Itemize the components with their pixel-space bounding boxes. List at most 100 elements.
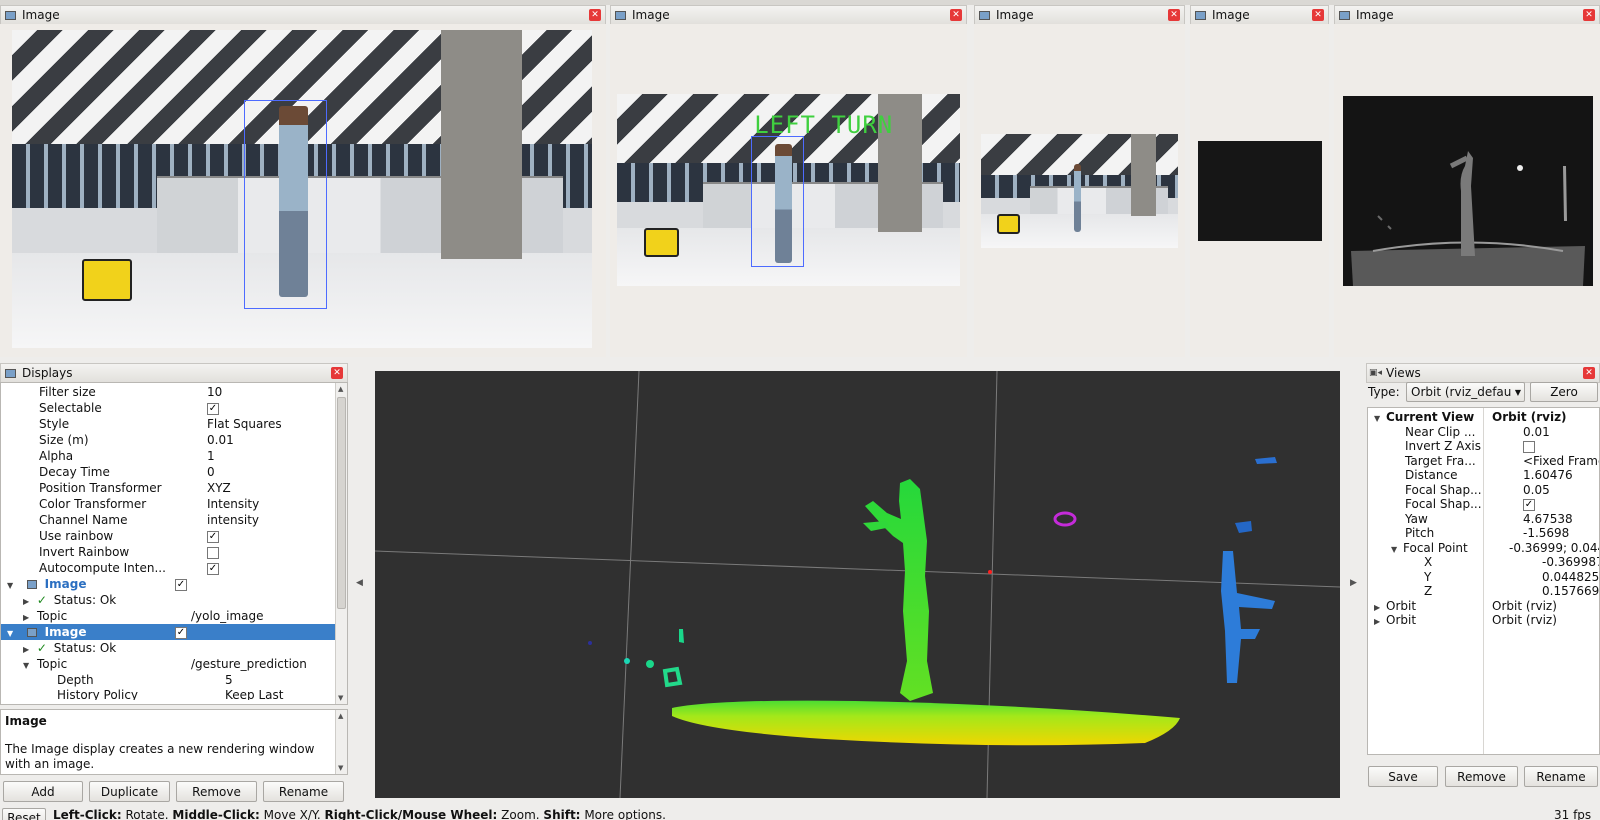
rename-view-button[interactable]: Rename: [1524, 766, 1598, 787]
chevron-down-icon[interactable]: ▼: [7, 581, 17, 590]
property-row[interactable]: Decay Time 0: [1, 464, 336, 480]
image-panel-title-bar[interactable]: Image ✕: [1334, 5, 1600, 25]
property-row[interactable]: Size (m) 0.01: [1, 432, 336, 448]
property-row[interactable]: Position Transformer XYZ: [1, 480, 336, 496]
display-enable-checkbox[interactable]: ✓: [175, 626, 187, 639]
splitter-left-arrow[interactable]: ◀: [356, 578, 363, 588]
property-value[interactable]: 0.01: [207, 433, 336, 447]
image-panel-title-bar[interactable]: Image ✕: [974, 5, 1185, 25]
property-value[interactable]: Intensity: [207, 497, 336, 511]
scroll-up-icon[interactable]: ▲: [338, 712, 343, 720]
focal-x-value[interactable]: -0.369987: [1540, 555, 1599, 569]
property-row[interactable]: Style Flat Squares: [1, 416, 336, 432]
use-rainbow-checkbox[interactable]: ✓: [207, 530, 219, 543]
close-icon[interactable]: ✕: [1583, 9, 1595, 21]
pitch-value[interactable]: -1.5698: [1521, 526, 1599, 540]
property-row[interactable]: Channel Name intensity: [1, 512, 336, 528]
image-panel-1: Image ✕: [0, 5, 606, 357]
property-value[interactable]: 10: [207, 385, 336, 399]
property-value[interactable]: 0: [207, 465, 336, 479]
property-value[interactable]: 1: [207, 449, 336, 463]
property-value[interactable]: Keep Last: [225, 688, 336, 700]
close-icon[interactable]: ✕: [1312, 9, 1324, 21]
close-icon[interactable]: ✕: [950, 9, 962, 21]
distance-value[interactable]: 1.60476: [1521, 468, 1599, 482]
image-panel-title-bar[interactable]: Image ✕: [0, 5, 606, 25]
displays-tree[interactable]: Filter size 10 Selectable ✓ Style Flat Squa…: [0, 382, 348, 705]
property-key: History Policy: [57, 688, 139, 700]
display-enable-checkbox[interactable]: ✓: [175, 578, 187, 591]
property-row[interactable]: ▶ Topic /yolo_image: [1, 608, 336, 624]
splitter-right-arrow[interactable]: ▶: [1350, 578, 1357, 588]
close-icon[interactable]: ✕: [589, 9, 601, 21]
chevron-down-icon[interactable]: ▼: [1374, 414, 1384, 423]
topic-value[interactable]: /yolo_image: [191, 609, 336, 623]
add-button[interactable]: Add: [3, 781, 83, 802]
property-row[interactable]: History Policy Keep Last: [1, 688, 336, 700]
scroll-up-icon[interactable]: ▲: [338, 385, 343, 393]
chevron-right-icon[interactable]: ▶: [23, 645, 33, 654]
property-row[interactable]: Selectable ✓: [1, 400, 336, 416]
chevron-right-icon[interactable]: ▶: [23, 597, 33, 606]
property-row[interactable]: Invert Rainbow: [1, 544, 336, 560]
point-cloud-render[interactable]: [375, 371, 1340, 798]
description-scrollbar[interactable]: ▲ ▼: [335, 710, 347, 774]
scroll-down-icon[interactable]: ▼: [338, 764, 343, 772]
scroll-thumb[interactable]: [337, 397, 346, 609]
property-row[interactable]: Alpha 1: [1, 448, 336, 464]
focal-shape-fixed-checkbox[interactable]: ✓: [1523, 498, 1535, 511]
focal-shape-size-value[interactable]: 0.05: [1521, 483, 1599, 497]
chevron-right-icon[interactable]: ▶: [23, 613, 33, 622]
yaw-value[interactable]: 4.67538: [1521, 512, 1599, 526]
focal-y-value[interactable]: 0.0448259: [1540, 570, 1599, 584]
close-icon[interactable]: ✕: [331, 367, 343, 379]
property-row[interactable]: Filter size 10: [1, 384, 336, 400]
display-item-image[interactable]: ▼ Image ✓: [1, 576, 336, 592]
selectable-checkbox[interactable]: ✓: [207, 402, 219, 415]
displays-scrollbar[interactable]: ▲ ▼: [335, 383, 347, 704]
duplicate-button[interactable]: Duplicate: [89, 781, 170, 802]
image-panel-title-bar[interactable]: Image ✕: [610, 5, 967, 25]
property-row[interactable]: Color Transformer Intensity: [1, 496, 336, 512]
close-icon[interactable]: ✕: [1583, 367, 1595, 379]
topic-value[interactable]: /gesture_prediction: [191, 657, 336, 671]
property-row[interactable]: Depth 5: [1, 672, 336, 688]
display-item-image-selected[interactable]: ▼ Image ✓: [1, 624, 336, 640]
chevron-right-icon[interactable]: ▶: [1374, 617, 1384, 626]
image-panel-title-bar[interactable]: Image ✕: [1190, 5, 1329, 25]
chevron-down-icon[interactable]: ▼: [23, 661, 33, 670]
property-value[interactable]: 5: [225, 673, 336, 687]
chevron-down-icon[interactable]: ▼: [1391, 545, 1401, 554]
autocompute-intensity-checkbox[interactable]: ✓: [207, 562, 219, 575]
property-value[interactable]: Flat Squares: [207, 417, 336, 431]
property-row[interactable]: Use rainbow ✓: [1, 528, 336, 544]
chevron-right-icon[interactable]: ▶: [1374, 603, 1384, 612]
near-clip-value[interactable]: 0.01: [1521, 425, 1599, 439]
status-row[interactable]: ▶ ✓ Status: Ok: [1, 640, 336, 656]
remove-view-button[interactable]: Remove: [1445, 766, 1518, 787]
invert-rainbow-checkbox[interactable]: [207, 546, 219, 559]
image-view-area: [974, 24, 1185, 357]
property-value[interactable]: intensity: [207, 513, 336, 527]
save-view-button[interactable]: Save: [1368, 766, 1438, 787]
invert-z-checkbox[interactable]: [1523, 440, 1535, 453]
zero-button[interactable]: Zero: [1530, 382, 1598, 402]
views-title-bar[interactable]: ▣◂ Views ✕: [1366, 363, 1600, 383]
view-type-select[interactable]: Orbit (rviz_defau ▼: [1406, 382, 1525, 402]
reset-button[interactable]: Reset: [2, 808, 46, 820]
focal-z-value[interactable]: 0.157669: [1540, 584, 1599, 598]
displays-title-bar[interactable]: Displays ✕: [0, 363, 348, 383]
chevron-down-icon[interactable]: ▼: [7, 629, 17, 638]
remove-button[interactable]: Remove: [176, 781, 257, 802]
3d-render-view[interactable]: [375, 371, 1340, 798]
close-icon[interactable]: ✕: [1168, 9, 1180, 21]
property-value[interactable]: XYZ: [207, 481, 336, 495]
views-tree[interactable]: ▼ Current View Orbit (rviz) Near Clip ...…: [1367, 407, 1600, 755]
property-row[interactable]: Autocompute Inten... ✓: [1, 560, 336, 576]
target-frame-value[interactable]: <Fixed Frame>: [1521, 454, 1599, 468]
scroll-down-icon[interactable]: ▼: [338, 694, 343, 702]
focal-point-value[interactable]: -0.36999; 0.0448...: [1507, 541, 1599, 555]
rename-button[interactable]: Rename: [263, 781, 344, 802]
status-row[interactable]: ▶ ✓ Status: Ok: [1, 592, 336, 608]
property-row[interactable]: ▼ Topic /gesture_prediction: [1, 656, 336, 672]
